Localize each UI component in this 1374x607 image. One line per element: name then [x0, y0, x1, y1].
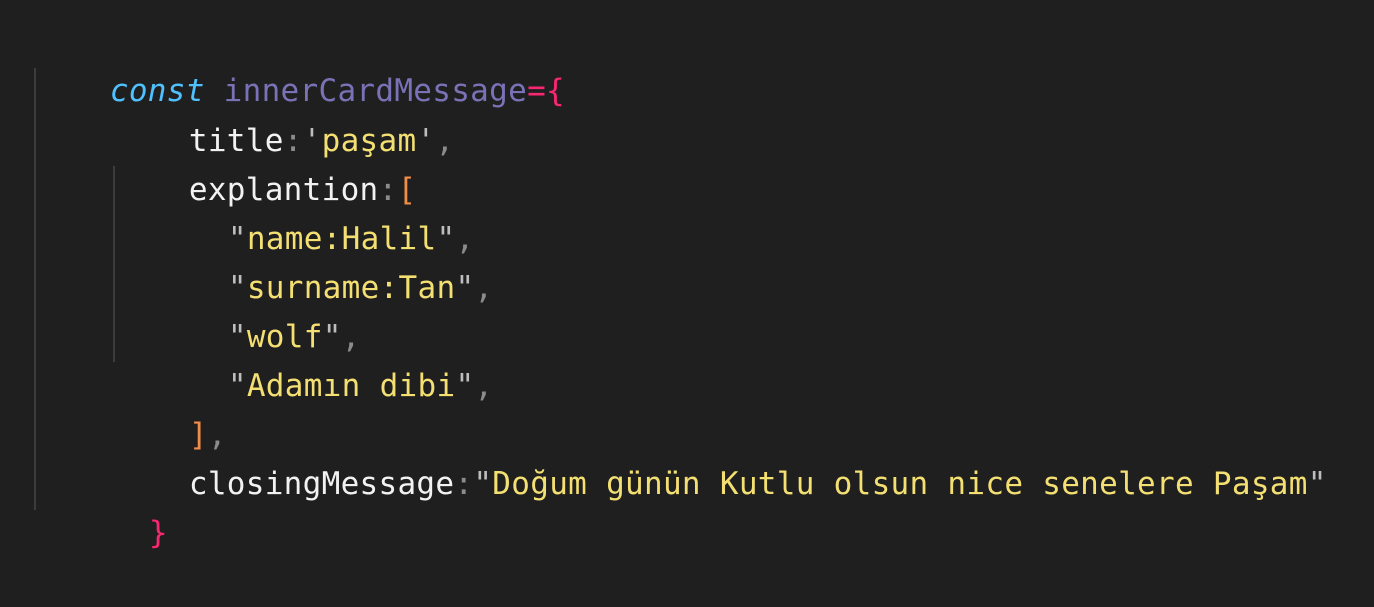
opening-brace: { [546, 73, 566, 109]
array-item: "name:Halil", [152, 166, 474, 257]
closing-message-colon: : [454, 466, 474, 502]
array-item-close-quote: " [455, 368, 475, 404]
title-comma: , [435, 123, 455, 159]
closing-message-value: Doğum günün Kutlu olsun nice senelere Pa… [492, 466, 1308, 502]
title-close-quote: ' [416, 123, 436, 159]
array-item-close-quote: " [455, 270, 475, 306]
array-item: "wolf", [152, 264, 361, 355]
code-line-9: closingMessage:"Doğum günün Kutlu olsun … [113, 411, 1327, 502]
closing-message-open-quote: " [473, 466, 493, 502]
closing-message-close-quote: " [1307, 466, 1327, 502]
code-editor[interactable]: const innerCardMessage={ title:'paşam', … [0, 0, 1374, 578]
code-line-10: } [73, 460, 168, 551]
array-item: "surname:Tan", [152, 215, 493, 306]
array-item-comma: , [474, 368, 494, 404]
array-item: "Adamın dibi", [152, 313, 493, 404]
code-line-8: ], [113, 362, 227, 453]
array-item-value: Adamın dibi [246, 368, 456, 404]
array-item-open-quote: " [227, 368, 247, 404]
code-line-1: const innerCardMessage={ [34, 18, 565, 109]
closing-brace: } [148, 515, 168, 551]
code-line-3: explantion:[ [113, 117, 416, 208]
code-line-2: title:'paşam', [113, 68, 454, 159]
closing-message-property: closingMessage [188, 466, 455, 502]
assignment-operator: = [527, 73, 547, 109]
array-item-comma: , [474, 270, 494, 306]
